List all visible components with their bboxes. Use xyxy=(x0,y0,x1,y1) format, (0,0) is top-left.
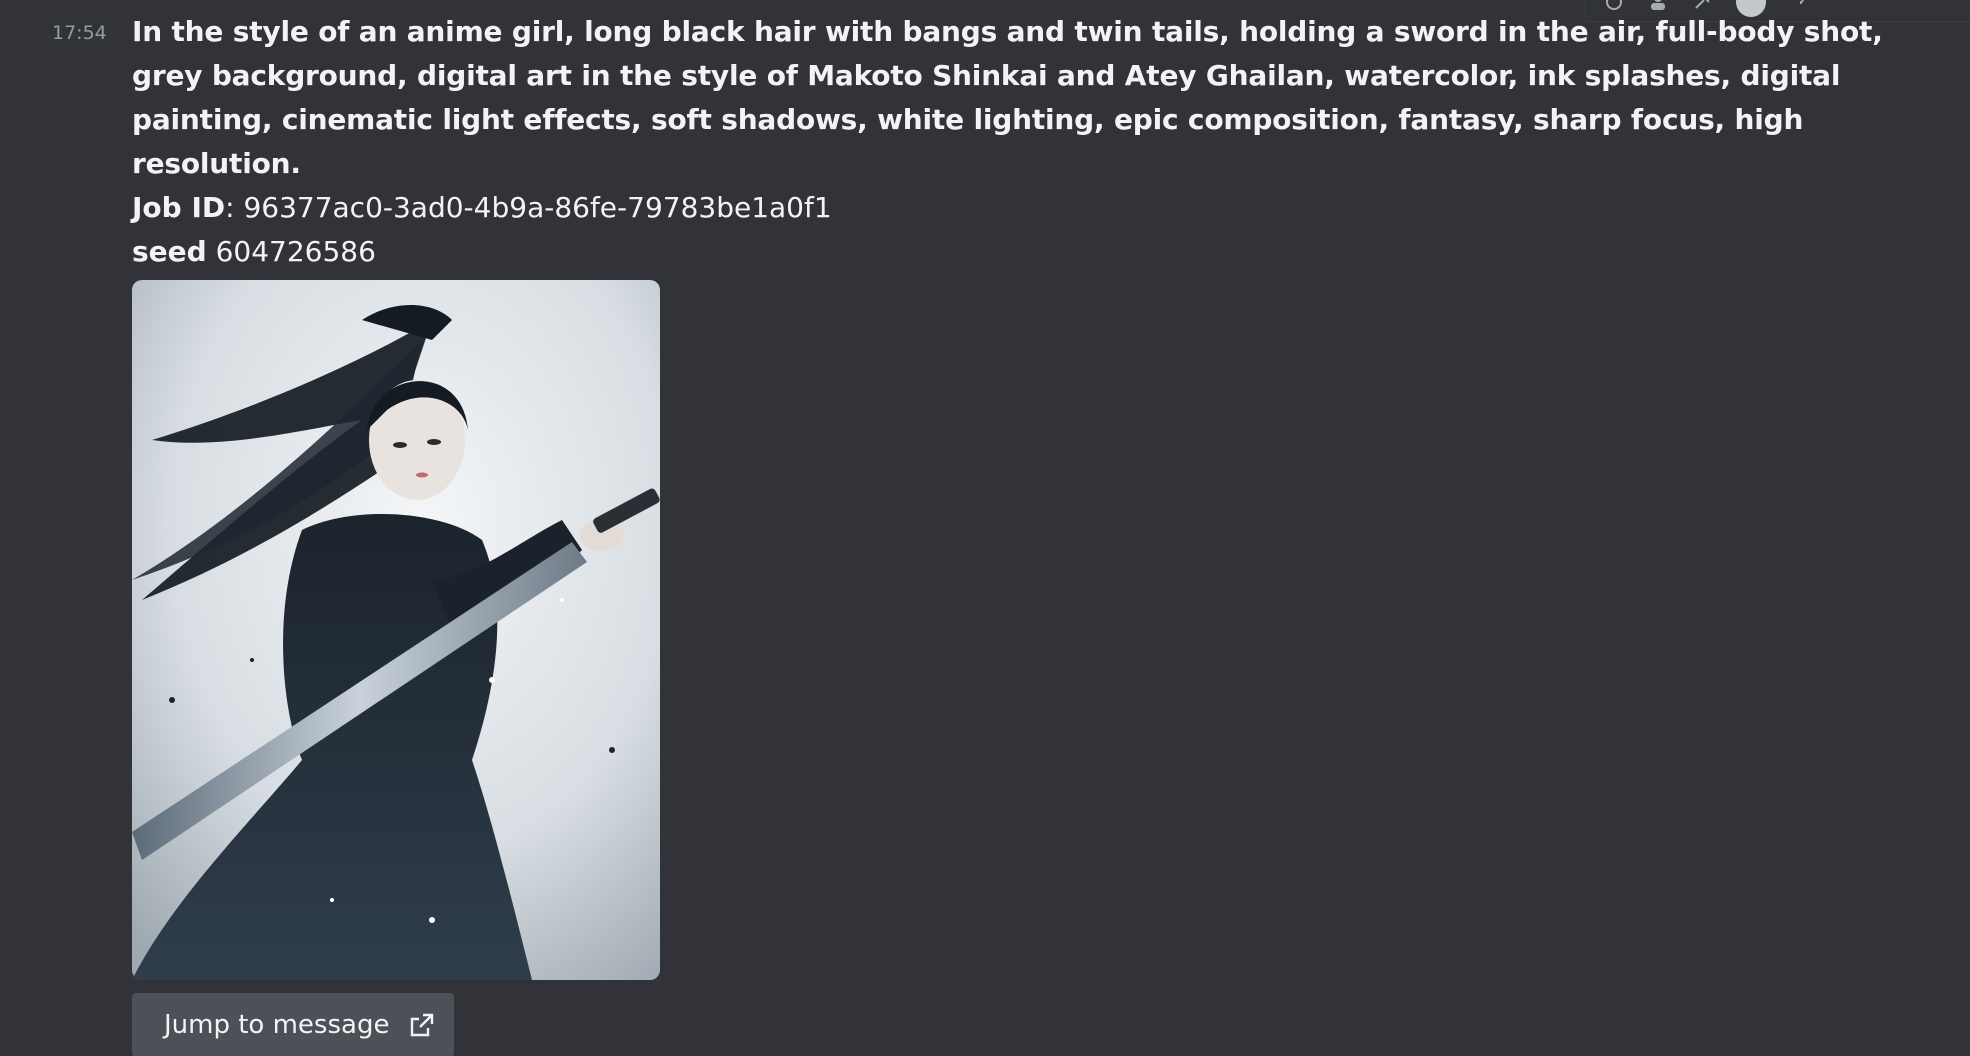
job-id-line: Job ID: 96377ac0-3ad0-4b9a-86fe-79783be1… xyxy=(132,186,1892,230)
external-link-icon xyxy=(407,1010,437,1040)
generated-image-art xyxy=(132,280,660,980)
message-timestamp: 17:54 xyxy=(52,22,107,44)
job-id-value: 96377ac0-3ad0-4b9a-86fe-79783be1a0f1 xyxy=(243,191,832,224)
seed-label: seed xyxy=(132,235,207,268)
generated-image[interactable] xyxy=(132,280,660,980)
jump-to-message-button[interactable]: Jump to message xyxy=(132,993,454,1056)
message-content: In the style of an anime girl, long blac… xyxy=(132,10,1892,1056)
jump-to-message-label: Jump to message xyxy=(164,1010,390,1040)
message-view: 17:54 In the style of an anime girl, lon… xyxy=(0,0,1970,1056)
job-id-label: Job ID xyxy=(132,191,226,224)
seed-line: seed 604726586 xyxy=(132,230,1892,274)
job-id-separator: : xyxy=(225,191,244,224)
prompt-text: In the style of an anime girl, long blac… xyxy=(132,15,1883,180)
seed-value: 604726586 xyxy=(215,235,376,268)
